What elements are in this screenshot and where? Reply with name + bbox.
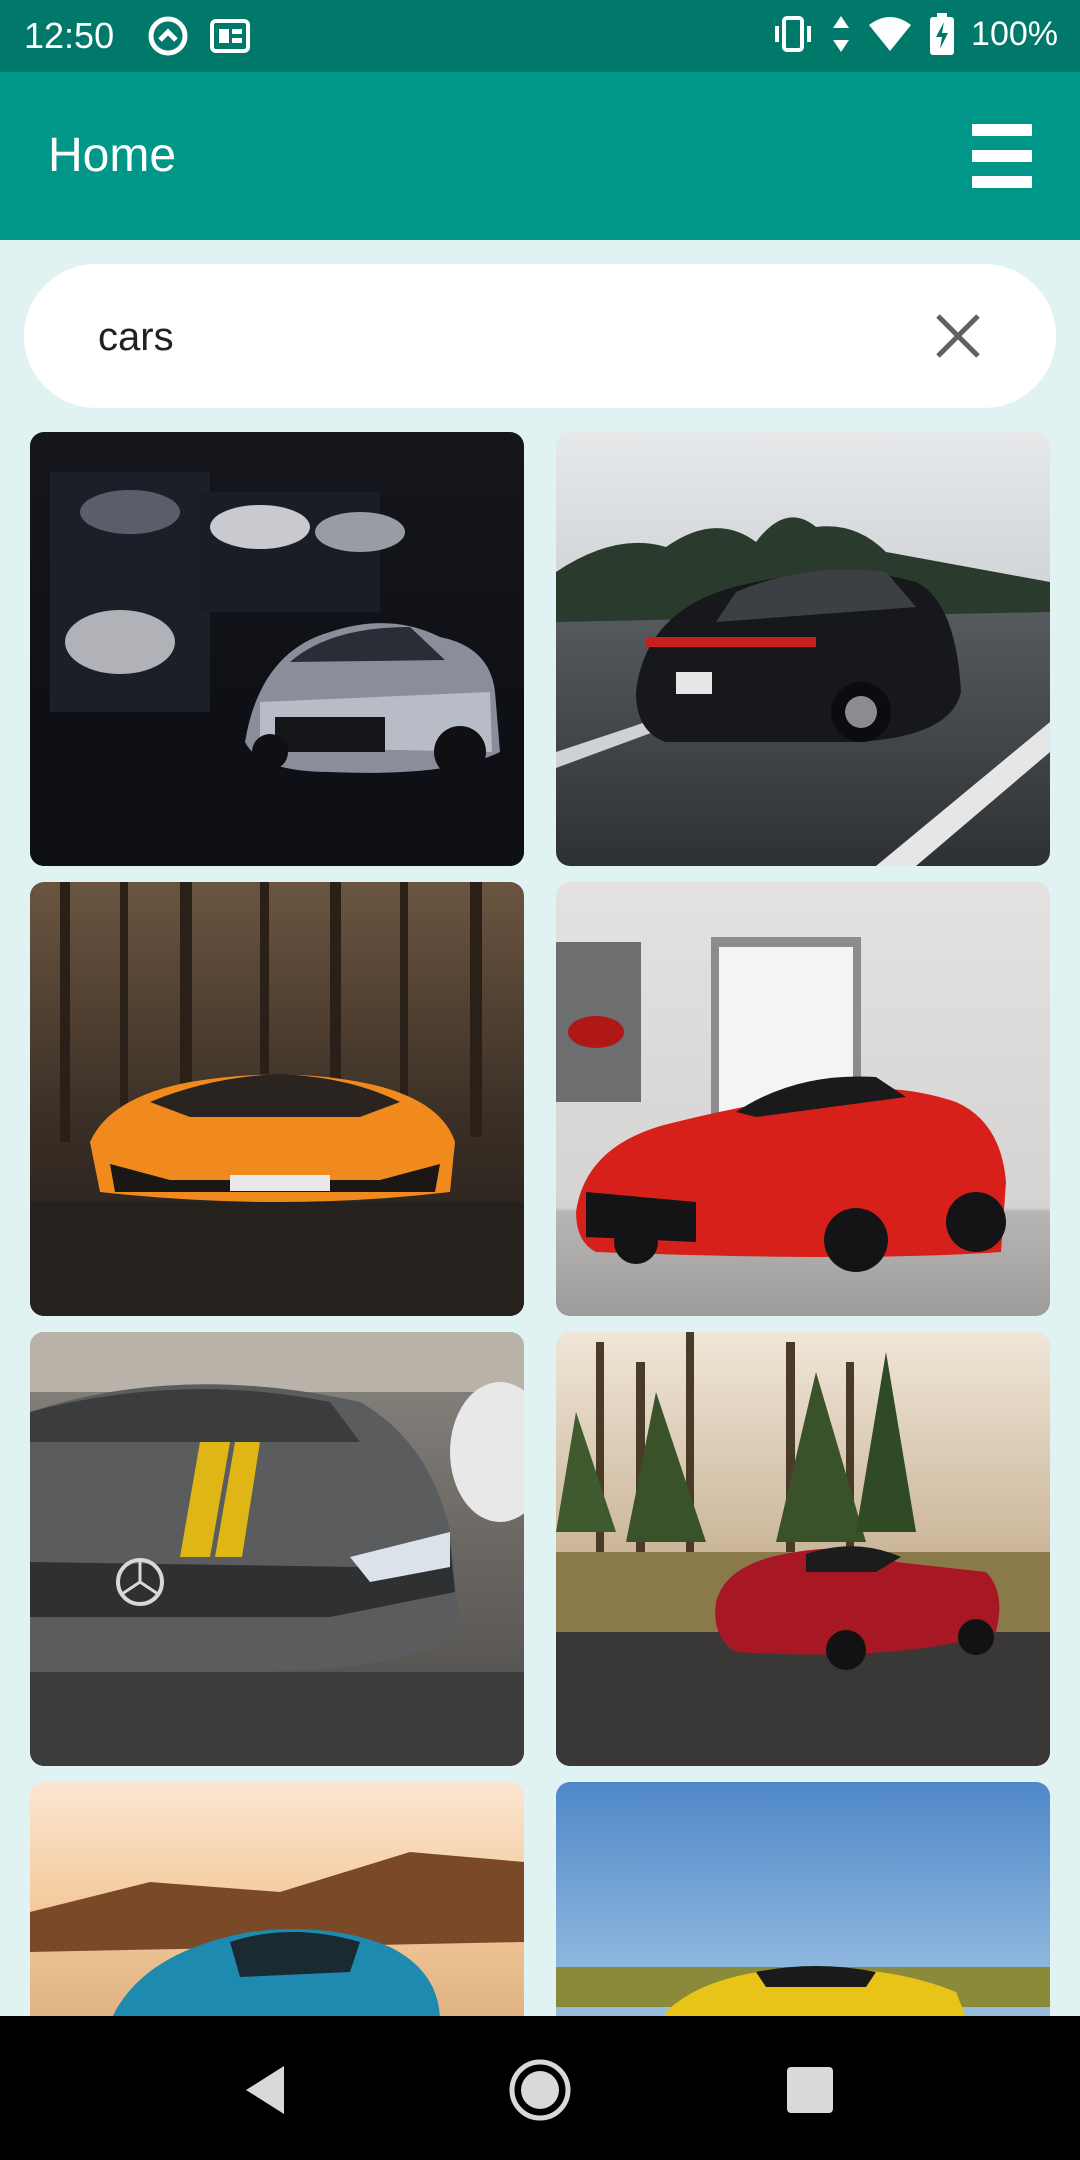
- car-photo-orange-lamborghini: [30, 882, 524, 1316]
- battery-charging-icon: [930, 13, 955, 55]
- close-icon[interactable]: [930, 308, 986, 364]
- result-image[interactable]: [556, 1782, 1050, 2016]
- car-photo-silver-camaro: [30, 432, 524, 866]
- search-input[interactable]: [96, 300, 880, 374]
- image-results-grid: [30, 432, 1050, 2016]
- result-image[interactable]: [556, 432, 1050, 866]
- status-time: 12:50: [24, 15, 115, 56]
- page-title: Home: [48, 129, 177, 182]
- result-image[interactable]: [30, 432, 524, 866]
- menu-bar-line: [972, 124, 1032, 136]
- sim-card-icon: [210, 19, 250, 53]
- car-photo-yellow-sports-car: [556, 1782, 1050, 2016]
- search-bar: [24, 264, 1056, 408]
- recents-square-icon[interactable]: [778, 2058, 842, 2122]
- result-image[interactable]: [30, 1782, 524, 2016]
- result-image[interactable]: [30, 882, 524, 1316]
- data-arrows-icon: [833, 16, 850, 52]
- menu-bar-line: [972, 150, 1032, 162]
- car-photo-black-porsche: [556, 432, 1050, 866]
- vibrate-icon: [775, 16, 812, 52]
- home-circle-icon[interactable]: [508, 2058, 572, 2122]
- back-triangle-icon[interactable]: [236, 2058, 300, 2122]
- status-bar: 12:50 100%: [0, 0, 1080, 72]
- result-image[interactable]: [556, 1332, 1050, 1766]
- car-photo-red-ferrari: [556, 882, 1050, 1316]
- result-image[interactable]: [30, 1332, 524, 1766]
- battery-percentage: 100%: [971, 15, 1058, 53]
- app-bar: Home: [0, 72, 1080, 240]
- car-photo-red-mercedes-amg: [556, 1332, 1050, 1766]
- wifi-icon: [869, 17, 912, 51]
- sync-icon: [148, 16, 188, 56]
- status-right-icons: 100%: [771, 12, 1058, 56]
- menu-bar-line: [972, 176, 1032, 188]
- car-photo-grey-mercedes: [30, 1332, 524, 1766]
- car-photo-blue-sports-car: [30, 1782, 524, 2016]
- result-image[interactable]: [556, 882, 1050, 1316]
- system-navigation-bar: [0, 2016, 1080, 2160]
- hamburger-menu-icon[interactable]: [972, 124, 1036, 188]
- status-left-icons: [146, 14, 250, 58]
